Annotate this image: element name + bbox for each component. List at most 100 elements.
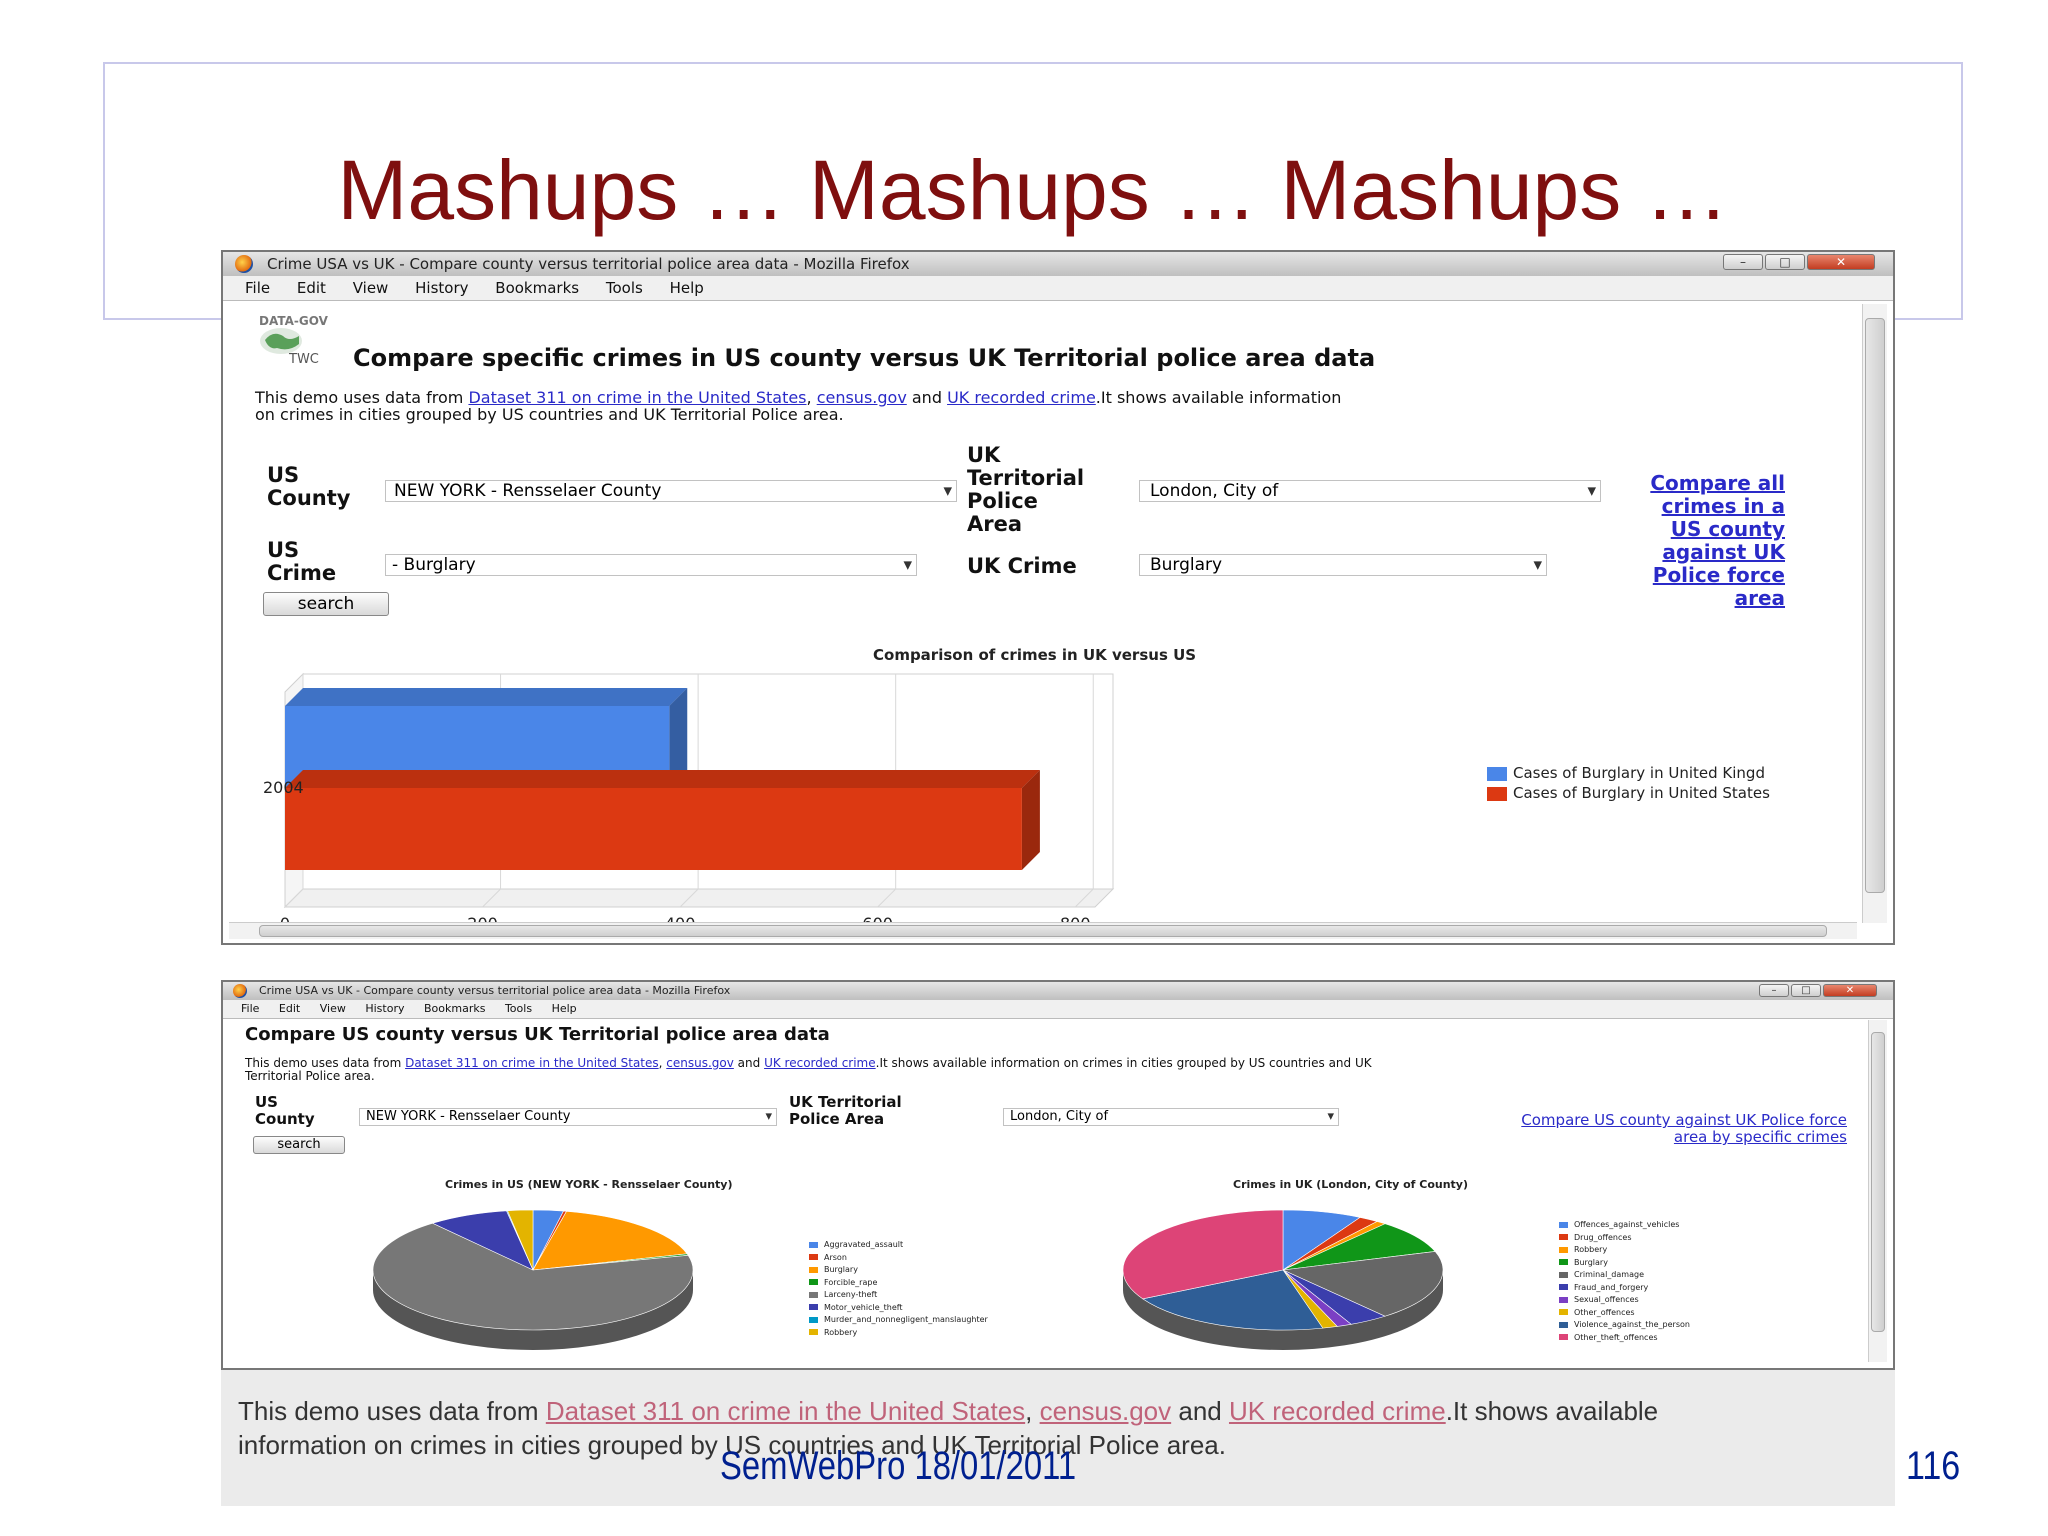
scrollbar-thumb[interactable] [1871,1032,1885,1332]
legend-label: Violence_against_the_person [1574,1320,1690,1329]
pie-legend-item: Forcible_rape [809,1278,877,1287]
uk-recorded-crime-link[interactable]: UK recorded crime [764,1056,876,1070]
compare-link-line6[interactable]: area [1605,587,1785,610]
minimize-button[interactable]: – [1759,984,1789,997]
slide-page-number: 116 [1906,1444,1961,1488]
legend-swatch [809,1304,818,1310]
census-gov-link[interactable]: census.gov [666,1056,734,1070]
menu-view[interactable]: View [353,276,389,300]
compare-specific-link[interactable]: Compare US county against UK Police forc… [1369,1112,1847,1146]
us-county-label-line1: US [255,1093,278,1111]
uk-crime-value: Burglary [1150,555,1223,575]
menu-view[interactable]: View [320,1000,346,1018]
twc-logo-text: TWC [289,352,319,367]
vertical-scrollbar[interactable] [1868,1020,1887,1362]
uk-area-label-line4: Area [967,512,1023,536]
footer-dataset-link[interactable]: Dataset 311 on crime in the United State… [546,1396,1025,1426]
horizontal-scrollbar[interactable] [229,922,1857,939]
legend-label: Drug_offences [1574,1232,1632,1242]
footer-census-link[interactable]: census.gov [1040,1396,1172,1426]
menu-edit[interactable]: Edit [297,276,326,300]
footer-caption-line1: This demo uses data from Dataset 311 on … [238,1396,1658,1427]
compare-link-line4[interactable]: against UK [1605,541,1785,564]
menu-help[interactable]: Help [670,276,704,300]
compare-all-link[interactable]: Compare all crimes in a US county agains… [1605,472,1785,610]
slide-footer-text: SemWebPro 18/01/2011 [720,1444,1077,1488]
page-heading: Compare specific crimes in US county ver… [353,344,1376,372]
us-crime-label-line2: Crime [267,561,337,585]
menu-tools[interactable]: Tools [606,276,643,300]
uk-area-select[interactable]: London, City of ▾ [1003,1108,1339,1126]
dropdown-arrow-icon: ▾ [943,481,952,501]
dropdown-arrow-icon: ▾ [1327,1109,1334,1124]
compare-link-line2[interactable]: crimes in a [1605,495,1785,518]
search-button[interactable]: search [253,1136,345,1154]
bar-us [285,788,1022,870]
legend-swatch [809,1266,818,1273]
vertical-scrollbar[interactable] [1862,304,1887,923]
legend-label: Fraud_and_forgery [1574,1282,1649,1292]
us-crime-select[interactable]: - Burglary ▾ [385,554,917,576]
bar-chart: 0200400600800 [280,672,1115,932]
compare-link-line2[interactable]: area by specific crimes [1369,1129,1847,1146]
legend-label: Other_theft_offences [1574,1332,1658,1342]
dropdown-arrow-icon: ▾ [1587,481,1596,501]
window-titlebar[interactable]: Crime USA vs UK - Compare county versus … [223,252,1893,276]
legend-label: Motor_vehicle_theft [824,1302,903,1312]
close-button[interactable]: ✕ [1807,254,1875,270]
legend-swatch-us [1487,786,1507,801]
legend-label: Robbery [1574,1245,1608,1254]
menu-edit[interactable]: Edit [279,1000,300,1018]
maximize-button[interactable]: □ [1765,254,1805,270]
compare-link-line3[interactable]: US county [1605,518,1785,541]
menu-file[interactable]: File [241,1000,259,1018]
legend-swatch [1559,1234,1568,1240]
uk-area-select[interactable]: London, City of ▾ [1139,480,1601,502]
menu-history[interactable]: History [365,1000,404,1018]
close-button[interactable]: ✕ [1823,984,1877,997]
dataset-311-link[interactable]: Dataset 311 on crime in the United State… [405,1056,659,1070]
pie-legend-item: Burglary [1559,1258,1608,1267]
compare-link-line5[interactable]: Police force [1605,564,1785,587]
menu-tools[interactable]: Tools [505,1000,532,1018]
uk-pie-title: Crimes in UK (London, City of County) [1233,1178,1469,1191]
uk-recorded-crime-link[interactable]: UK recorded crime [947,388,1096,407]
window-titlebar[interactable]: Crime USA vs UK - Compare county versus … [223,982,1893,1000]
us-county-select[interactable]: NEW YORK - Rensselaer County ▾ [359,1108,777,1126]
legend-swatch [809,1329,818,1335]
h-scrollbar-thumb[interactable] [259,925,1827,937]
footer-comma: , [1025,1396,1040,1426]
minimize-button[interactable]: – [1723,254,1763,270]
menu-history[interactable]: History [415,276,468,300]
compare-link-line1[interactable]: Compare all [1605,472,1785,495]
us-county-label-line1: US [267,463,300,487]
uk-crime-label: UK Crime [967,554,1077,578]
compare-link-line1[interactable]: Compare US county against UK Police forc… [1369,1112,1847,1129]
us-pie-title: Crimes in US (NEW YORK - Rensselaer Coun… [445,1178,733,1191]
legend-swatch [809,1291,818,1298]
scrollbar-thumb[interactable] [1865,318,1885,893]
legend-label: Larceny-theft [824,1290,878,1299]
legend-label-uk: Cases of Burglary in United Kingd [1513,764,1765,782]
legend-swatch [809,1316,818,1323]
us-crime-value: - Burglary [392,555,476,575]
bar-legend-item-uk: Cases of Burglary in United Kingd [1487,764,1765,782]
uk-crime-select[interactable]: Burglary ▾ [1139,554,1547,576]
maximize-button[interactable]: □ [1791,984,1821,997]
menu-file[interactable]: File [245,276,270,300]
menu-bookmarks[interactable]: Bookmarks [495,276,579,300]
uk-area-label-line2: Police Area [789,1110,885,1128]
page-heading: Compare US county versus UK Territorial … [245,1024,830,1045]
menu-bookmarks[interactable]: Bookmarks [424,1000,485,1018]
window-title: Crime USA vs UK - Compare county versus … [259,984,731,997]
search-button[interactable]: search [263,592,389,616]
us-county-select[interactable]: NEW YORK - Rensselaer County ▾ [385,480,957,502]
footer-uk-link[interactable]: UK recorded crime [1229,1396,1446,1426]
legend-swatch [809,1254,818,1260]
intro-suffix: .It shows available information [1095,388,1342,407]
menu-help[interactable]: Help [552,1000,577,1018]
footer-and: and [1171,1396,1229,1426]
menu-bar: File Edit View History Bookmarks Tools H… [223,1000,1893,1019]
legend-swatch [809,1241,818,1248]
dropdown-arrow-icon: ▾ [903,555,912,575]
